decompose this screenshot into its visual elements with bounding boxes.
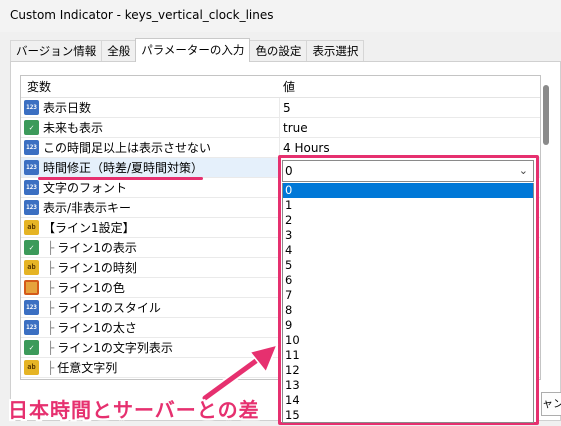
parameter-label: ライン1の太さ <box>57 321 137 335</box>
parameter-label: 表示/非表示キー <box>43 201 132 215</box>
parameter-label: ライン1の表示 <box>57 241 137 255</box>
tree-indent: ├ <box>47 240 55 255</box>
parameter-name-cell: 123 ├ ライン1のスタイル <box>21 298 279 318</box>
dropdown-option[interactable]: 6 <box>283 273 533 288</box>
tree-indent: ├ <box>47 260 55 275</box>
parameter-name-cell: 123 文字のフォント <box>21 178 279 198</box>
parameter-name-cell: ab 【ライン1設定】 <box>21 218 279 238</box>
value-dropdown-highlight: 0 ⌄ 0 1 2 3 4 5 6 7 8 9 10 11 12 13 14 15 <box>278 155 539 425</box>
parameter-label: 任意文字列 <box>57 361 118 375</box>
parameter-name-cell: ✓ ├ ライン1の表示 <box>21 238 279 258</box>
tree-indent: ├ <box>47 360 55 375</box>
bool-icon: ✓ <box>24 240 39 255</box>
window-title: Custom Indicator - keys_vertical_clock_l… <box>10 8 274 22</box>
parameter-name-cell: ab ├ ライン1の時刻 <box>21 258 279 278</box>
table-row[interactable]: 123 表示日数 5 <box>21 97 540 118</box>
parameter-name-cell: ✓ 未来も表示 <box>21 118 279 138</box>
tab-color-settings[interactable]: 色の設定 <box>249 40 308 62</box>
dropdown-option[interactable]: 12 <box>283 363 533 378</box>
int-icon: 123 <box>24 140 39 155</box>
dropdown-option[interactable]: 14 <box>283 393 533 408</box>
parameter-label: ライン1の文字列表示 <box>57 341 173 355</box>
parameter-label: ライン1の時刻 <box>57 261 137 275</box>
parameter-label: ライン1の色 <box>57 281 125 295</box>
parameter-name-cell: 123 時間修正（時差/夏時間対策） <box>21 158 279 178</box>
parameter-name-cell: ├ ライン1の色 <box>21 278 279 298</box>
str-icon: ab <box>24 260 39 275</box>
tab-bar: バージョン情報 全般 パラメーターの入力 色の設定 表示選択 <box>10 38 365 62</box>
dropdown-option[interactable]: 13 <box>283 378 533 393</box>
grid-scrollbar[interactable] <box>543 85 549 145</box>
grid-header: 変数 値 <box>21 76 540 98</box>
dropdown-option[interactable]: 2 <box>283 213 533 228</box>
dropdown-option[interactable]: 3 <box>283 228 533 243</box>
dropdown-option[interactable]: 10 <box>283 333 533 348</box>
tab-version-info[interactable]: バージョン情報 <box>10 40 103 62</box>
cancel-button[interactable]: ャン <box>541 392 561 416</box>
int-icon: 123 <box>24 320 39 335</box>
tab-general[interactable]: 全般 <box>101 40 137 62</box>
dropdown-option[interactable]: 4 <box>283 243 533 258</box>
chevron-down-icon[interactable]: ⌄ <box>519 161 528 181</box>
dropdown-option[interactable]: 9 <box>283 318 533 333</box>
parameter-label: 時間修正（時差/夏時間対策） <box>43 161 204 175</box>
dropdown-option[interactable]: 8 <box>283 303 533 318</box>
selected-value: 0 <box>285 164 293 178</box>
color-icon <box>24 280 39 295</box>
tree-indent: ├ <box>47 300 55 315</box>
parameter-label: 未来も表示 <box>43 121 104 135</box>
dropdown-option[interactable]: 0 <box>283 183 533 198</box>
parameter-name-cell: 123 この時間足以上は表示させない <box>21 138 279 158</box>
dropdown-option[interactable]: 11 <box>283 348 533 363</box>
dropdown-option[interactable]: 1 <box>283 198 533 213</box>
tab-display-select[interactable]: 表示選択 <box>306 40 365 62</box>
column-header-value[interactable]: 値 <box>281 76 295 97</box>
font-icon: 123 <box>24 180 39 195</box>
parameter-value-cell[interactable]: 5 <box>279 97 540 118</box>
tree-indent: ├ <box>47 280 55 295</box>
parameter-name-cell: 123 表示日数 <box>21 98 279 118</box>
parameter-label: この時間足以上は表示させない <box>43 141 212 155</box>
annotation-callout: 日本時間とサーバーとの差 <box>8 398 260 422</box>
tab-parameters[interactable]: パラメーターの入力 <box>135 38 251 62</box>
int-icon: 123 <box>24 200 39 215</box>
highlight-underline <box>38 177 203 180</box>
parameter-label: 文字のフォント <box>43 181 128 195</box>
column-header-variable[interactable]: 変数 <box>21 76 281 97</box>
int-icon: 123 <box>24 300 39 315</box>
dropdown-option-list: 0 1 2 3 4 5 6 7 8 9 10 11 12 13 14 15 <box>282 183 534 423</box>
tree-indent: ├ <box>47 320 55 335</box>
parameter-label: 【ライン1設定】 <box>43 221 135 235</box>
parameter-label: 表示日数 <box>43 101 92 115</box>
time-offset-select[interactable]: 0 ⌄ <box>282 160 534 182</box>
dropdown-option[interactable]: 7 <box>283 288 533 303</box>
table-row[interactable]: ✓ 未来も表示 true <box>21 117 540 138</box>
title-bar: Custom Indicator - keys_vertical_clock_l… <box>0 0 561 32</box>
bool-icon: ✓ <box>24 120 39 135</box>
dropdown-option[interactable]: 15 <box>283 408 533 422</box>
parameter-name-cell: 123 表示/非表示キー <box>21 198 279 218</box>
parameter-label: ライン1のスタイル <box>57 301 161 315</box>
parameter-value-cell[interactable]: true <box>279 117 540 138</box>
str-icon: ab <box>24 360 39 375</box>
int-icon: 123 <box>24 100 39 115</box>
tree-indent: ├ <box>47 340 55 355</box>
bool-icon: ✓ <box>24 340 39 355</box>
int-icon: 123 <box>24 160 39 175</box>
dropdown-option[interactable]: 5 <box>283 258 533 273</box>
str-icon: ab <box>24 220 39 235</box>
